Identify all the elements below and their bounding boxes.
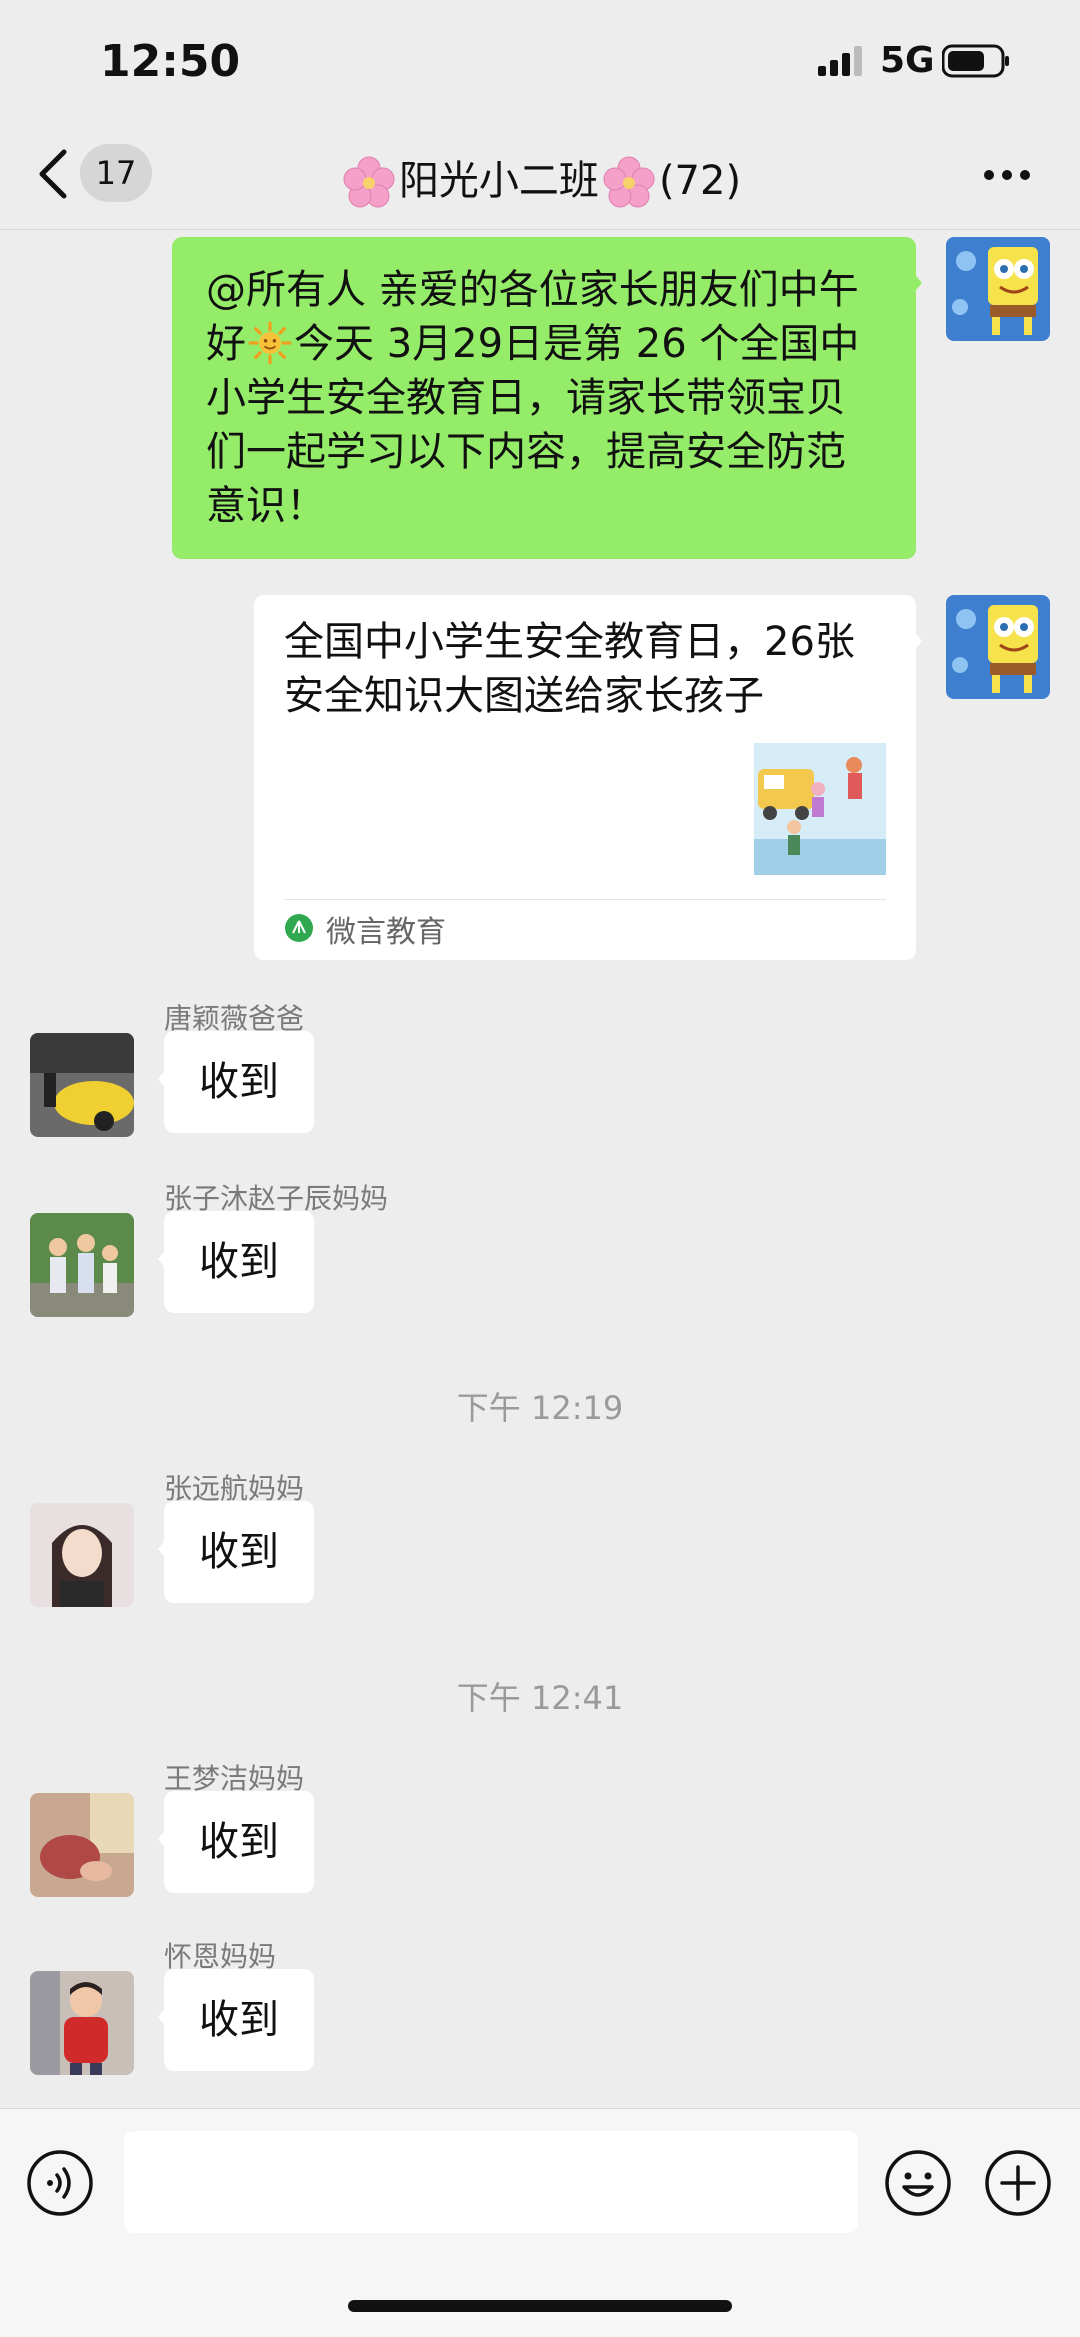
link-card[interactable]: 全国中小学生安全教育日，26张安全知识大图送给家长孩子 微言教育 [254, 595, 922, 960]
sun-emoji-icon [248, 321, 292, 365]
link-card-source: 微言教育 [326, 915, 446, 950]
member-count: (72) [658, 158, 742, 204]
divider [284, 899, 886, 900]
timestamp: 下午 12:19 [456, 1389, 624, 1427]
sponge-avatar-image [946, 237, 1050, 341]
sender-avatar[interactable] [30, 1971, 134, 2075]
chat-title-text: 阳光小二班 [398, 158, 599, 204]
sender-avatar[interactable] [30, 1503, 134, 1607]
message-bubble[interactable]: @所有人 亲爱的各位家长朋友们中午好 今天 3月29日是第 26 个全国中小学生… [172, 237, 922, 559]
chat-header: 17 阳光小二班 (72) [0, 120, 1080, 230]
message-received[interactable]: 王梦洁妈妈 收到 [0, 1751, 1080, 1921]
my-avatar[interactable] [946, 595, 1050, 699]
status-time: 12:50 [100, 36, 241, 87]
portrait-photo-avatar [30, 1503, 134, 1607]
sender-avatar[interactable] [30, 1793, 134, 1897]
cherry-blossom-icon [603, 156, 655, 208]
more-options-icon[interactable] [982, 168, 1032, 182]
sponge-avatar-image [946, 595, 1050, 699]
message-input[interactable] [124, 2131, 858, 2233]
link-card-thumbnail [754, 743, 886, 875]
network-label: 5G [880, 40, 935, 81]
timestamp: 下午 12:41 [456, 1679, 624, 1717]
message-received[interactable]: 张子沐赵子辰妈妈 收到 [0, 1171, 1080, 1341]
sender-avatar[interactable] [30, 1033, 134, 1137]
voice-input-icon[interactable] [26, 2149, 94, 2217]
chat-title: 阳光小二班 (72) [0, 148, 1080, 211]
message-list[interactable]: @所有人 亲爱的各位家长朋友们中午好 今天 3月29日是第 26 个全国中小学生… [0, 231, 1080, 2106]
cherry-blossom-icon [343, 156, 395, 208]
sender-avatar[interactable] [30, 1213, 134, 1317]
message-bubble[interactable]: 收到 [158, 1791, 314, 1893]
message-received[interactable]: 唐颖薇爸爸 收到 [0, 993, 1080, 1163]
message-bubble[interactable]: 收到 [158, 1211, 314, 1313]
message-received[interactable]: 怀恩妈妈 收到 [0, 1931, 1080, 2101]
message-text: 今天 3月29日是第 26 个全国中小学生安全教育日，请家长带领宝贝们一起学习以… [206, 321, 860, 529]
emoji-icon[interactable] [884, 2149, 952, 2217]
child-photo-avatar [30, 1971, 134, 2075]
car-photo-avatar [30, 1033, 134, 1137]
add-more-icon[interactable] [984, 2149, 1052, 2217]
baby-hand-photo-avatar [30, 1793, 134, 1897]
status-bar: 12:50 5G [0, 0, 1080, 120]
message-bubble[interactable]: 收到 [158, 1501, 314, 1603]
battery-icon [942, 44, 1009, 78]
my-avatar[interactable] [946, 237, 1050, 341]
message-sent-link-card[interactable]: 全国中小学生安全教育日，26张安全知识大图送给家长孩子 微言教育 [0, 595, 1080, 975]
message-received[interactable]: 张远航妈妈 收到 [0, 1461, 1080, 1631]
message-sent-text[interactable]: @所有人 亲爱的各位家长朋友们中午好 今天 3月29日是第 26 个全国中小学生… [0, 231, 1080, 561]
weiyan-edu-logo-icon [285, 914, 313, 942]
message-bubble[interactable]: 收到 [158, 1031, 314, 1133]
home-indicator[interactable] [348, 2300, 732, 2312]
signal-icon [818, 46, 862, 76]
message-bubble[interactable]: 收到 [158, 1969, 314, 2071]
link-card-title: 全国中小学生安全教育日，26张安全知识大图送给家长孩子 [284, 619, 855, 719]
kids-photo-avatar [30, 1213, 134, 1317]
